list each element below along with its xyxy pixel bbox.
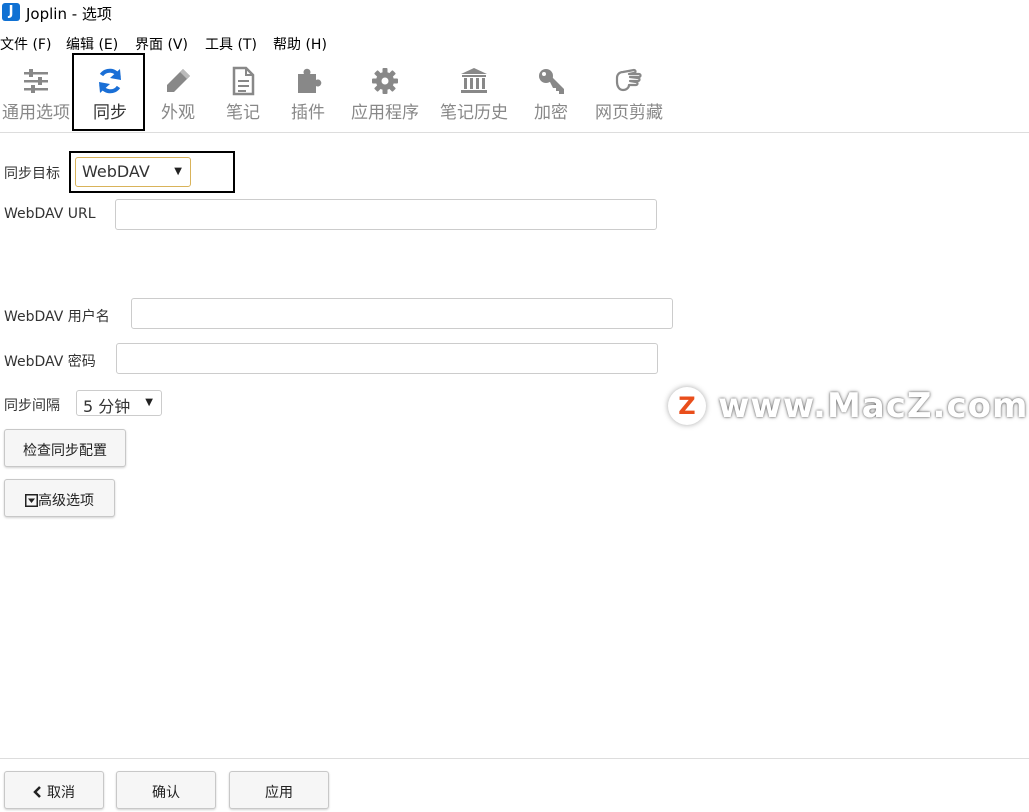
pencil-icon bbox=[167, 69, 190, 92]
document-icon bbox=[232, 66, 255, 96]
menu-tools[interactable]: 工具 (T) bbox=[205, 34, 257, 54]
webdav-url-input[interactable] bbox=[115, 199, 657, 230]
tab-plugins-label: 插件 bbox=[291, 103, 325, 123]
advanced-options-button[interactable]: 高级选项 bbox=[4, 479, 115, 517]
puzzle-icon bbox=[298, 68, 322, 93]
check-sync-config-button[interactable]: 检查同步配置 bbox=[4, 429, 126, 467]
ok-button[interactable]: 确认 bbox=[116, 771, 216, 809]
watermark: Z www.MacZ.com bbox=[668, 384, 1027, 428]
tab-application-label: 应用程序 bbox=[351, 103, 419, 123]
tab-note-history-label: 笔记历史 bbox=[440, 103, 508, 123]
joplin-logo-icon: J bbox=[2, 3, 20, 21]
cancel-button-label: 取消 bbox=[47, 785, 75, 801]
settings-toolbar: 通用选项 同步 外观 笔记 插件 应用程序 笔记历史 加密 网页剪藏 bbox=[0, 52, 1029, 133]
footer-divider bbox=[0, 758, 1029, 759]
webdav-username-input[interactable] bbox=[131, 298, 673, 329]
tab-general-label: 通用选项 bbox=[2, 103, 70, 123]
sync-interval-value: 5 分钟 bbox=[83, 397, 131, 416]
chevron-down-icon: ▼ bbox=[145, 397, 153, 408]
menu-file[interactable]: 文件 (F) bbox=[0, 34, 51, 54]
apply-button[interactable]: 应用 bbox=[229, 771, 329, 809]
key-icon bbox=[539, 69, 564, 94]
tab-encryption[interactable]: 加密 bbox=[522, 52, 580, 132]
sync-interval-select[interactable]: 5 分钟 ▼ bbox=[76, 390, 162, 416]
sync-target-label: 同步目标 bbox=[4, 166, 60, 182]
watermark-logo-icon: Z bbox=[668, 387, 706, 425]
sync-interval-label: 同步间隔 bbox=[4, 398, 60, 414]
menu-edit[interactable]: 编辑 (E) bbox=[66, 34, 118, 54]
tab-appearance[interactable]: 外观 bbox=[146, 52, 210, 132]
apply-button-label: 应用 bbox=[265, 785, 293, 801]
tab-plugins[interactable]: 插件 bbox=[276, 52, 340, 132]
check-sync-config-label: 检查同步配置 bbox=[23, 443, 107, 459]
webdav-url-label: WebDAV URL bbox=[4, 206, 96, 222]
tab-web-clipper-label: 网页剪藏 bbox=[595, 103, 663, 123]
menu-help[interactable]: 帮助 (H) bbox=[273, 34, 327, 54]
hand-icon bbox=[615, 68, 642, 92]
chevron-left-icon bbox=[33, 786, 41, 798]
archive-icon bbox=[461, 68, 487, 93]
window-title: Joplin - 选项 bbox=[26, 5, 112, 23]
tab-note-history[interactable]: 笔记历史 bbox=[436, 52, 512, 132]
sliders-icon bbox=[24, 69, 48, 93]
advanced-options-label: 高级选项 bbox=[38, 493, 94, 509]
webdav-password-label: WebDAV 密码 bbox=[4, 354, 96, 370]
webdav-username-label: WebDAV 用户名 bbox=[4, 309, 110, 325]
tab-application[interactable]: 应用程序 bbox=[346, 52, 424, 132]
expand-box-icon bbox=[25, 494, 38, 507]
sync-target-highlight bbox=[69, 151, 235, 193]
tab-note-label: 笔记 bbox=[226, 103, 260, 123]
advanced-options-content: 高级选项 bbox=[5, 490, 114, 510]
cancel-button[interactable]: 取消 bbox=[4, 771, 104, 809]
menu-view[interactable]: 界面 (V) bbox=[135, 34, 188, 54]
cancel-button-content: 取消 bbox=[5, 782, 103, 802]
tab-appearance-label: 外观 bbox=[161, 103, 195, 123]
tab-note[interactable]: 笔记 bbox=[212, 52, 274, 132]
active-tab-highlight bbox=[72, 53, 145, 131]
tab-web-clipper[interactable]: 网页剪藏 bbox=[590, 52, 668, 132]
webdav-password-input[interactable] bbox=[116, 343, 658, 374]
tab-encryption-label: 加密 bbox=[534, 103, 568, 123]
gear-icon bbox=[372, 68, 398, 94]
watermark-text: www.MacZ.com bbox=[718, 386, 1029, 426]
title-bar: J Joplin - 选项 bbox=[0, 0, 1029, 26]
tab-general[interactable]: 通用选项 bbox=[0, 52, 72, 132]
ok-button-label: 确认 bbox=[152, 785, 180, 801]
